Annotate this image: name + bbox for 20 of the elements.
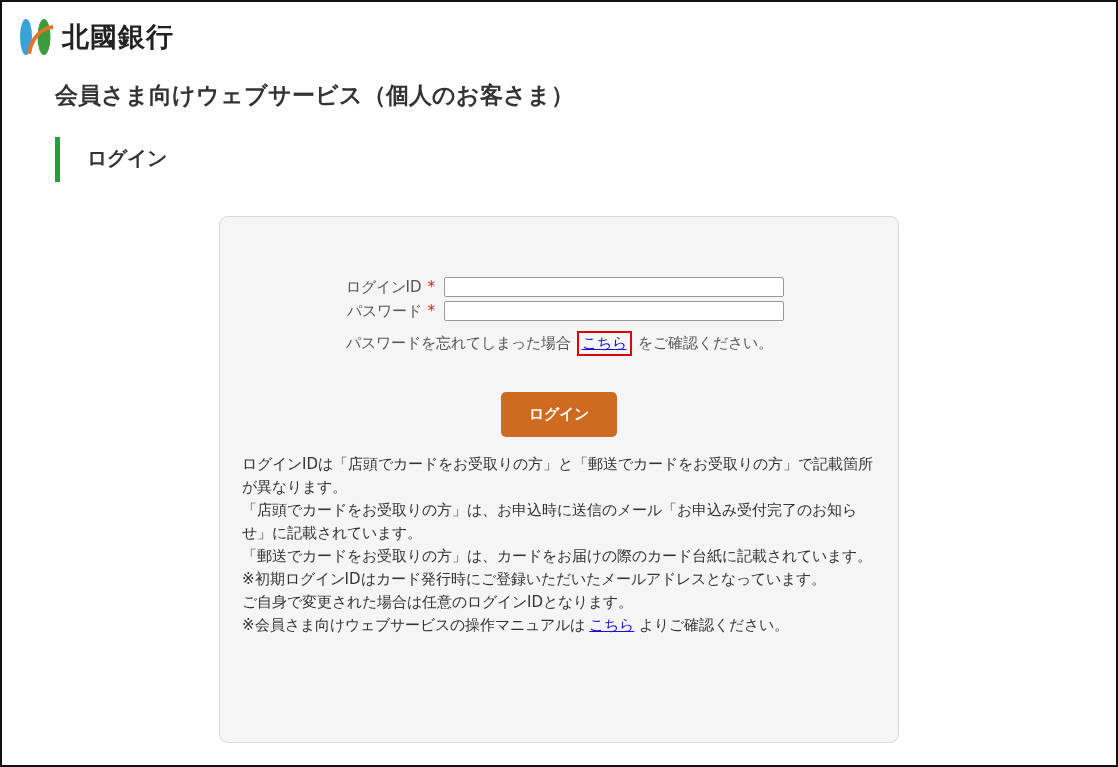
section-heading: ログイン [55, 137, 1116, 182]
field-label: パスワード [346, 301, 422, 321]
required-mark: * [427, 302, 435, 320]
note-text: ログインIDは「店頭でカードをお受取りの方」と「郵送でカードをお受取りの方」で記載箇所が異なります。 [242, 454, 874, 498]
login-button[interactable]: ログイン [501, 392, 617, 437]
note-text: ご自身で変更された場合は任意のログインIDとなります。 [242, 592, 634, 613]
note-text: 「店頭でカードをお受取りの方」は、お申込時に送信のメール「お申込み受付完了のお知らせ」に記載されています。 [242, 500, 858, 544]
forgot-password-text: パスワードを忘れてしまった場合 [345, 334, 571, 353]
note-text: ※初期ログインIDはカード発行時にご登録いただいたメールアドレスとなっています。 [242, 569, 827, 590]
required-mark: * [427, 278, 435, 296]
manual-link[interactable]: こちら [589, 616, 635, 634]
forgot-password-text: をご確認ください。 [637, 334, 773, 353]
text-field[interactable] [444, 301, 784, 321]
bank-name: 北國銀行 [62, 20, 174, 54]
field-label: ログインID [345, 277, 422, 297]
note-text: ※会員さま向けウェブサービスの操作マニュアルは こちら よりご確認ください。 [242, 615, 791, 636]
text-field[interactable] [444, 277, 784, 297]
forgot-password-link[interactable]: こちら [576, 331, 632, 356]
note-text: 「郵送でカードをお受取りの方」は、カードをお届けの際のカード台紙に記載されています。 [242, 546, 873, 567]
page-title: 会員さま向けウェブサービス（個人のお客さま） [55, 81, 575, 110]
